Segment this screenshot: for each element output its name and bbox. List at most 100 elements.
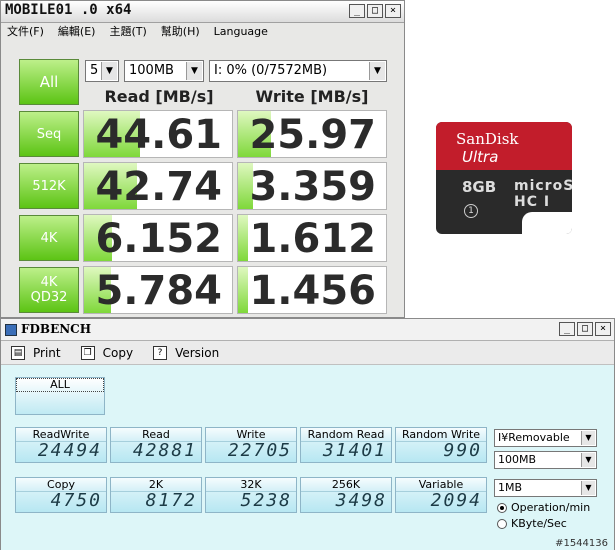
4k-test-button[interactable]: 4K [19, 215, 79, 261]
meter-value: 22705 [227, 440, 292, 461]
32k-meter[interactable]: 32K 5238 [205, 477, 297, 513]
write-value: 25.97 [249, 112, 376, 158]
radio-kbyte-sec[interactable]: KByte/Sec [497, 517, 567, 530]
4k-qd32-write-cell: 1.456 [237, 266, 387, 314]
printer-icon: ▤ [11, 346, 25, 360]
chevron-down-icon: ▼ [369, 62, 385, 80]
random-write-meter[interactable]: Random Write 990 [395, 427, 487, 463]
read-value: 44.61 [95, 112, 222, 158]
chevron-down-icon: ▼ [581, 481, 595, 495]
menu-language[interactable]: Language [214, 23, 268, 41]
chevron-down-icon: ▼ [581, 453, 595, 467]
seq-read-cell: 44.61 [83, 110, 233, 158]
row-label: 4K [40, 230, 58, 246]
meter-value: 4750 [50, 490, 102, 511]
random-read-meter[interactable]: Random Read 31401 [300, 427, 392, 463]
radio-label: KByte/Sec [511, 517, 567, 530]
copy-button[interactable]: ❐ Copy [71, 341, 143, 365]
readwrite-meter[interactable]: ReadWrite 24494 [15, 427, 107, 463]
close-button[interactable]: × [595, 322, 611, 336]
sdcard-logo: microSD HC I [514, 178, 572, 210]
row-label: 4K [40, 275, 58, 290]
cdm-titlebar: MOBILE01 .0 x64 _ □ × [1, 1, 404, 23]
fd-block-value: 1MB [498, 481, 523, 494]
menu-file[interactable]: 文件(F) [7, 23, 44, 41]
fdbench-window: FDBENCH _ □ × ▤ Print ❐ Copy ? Version A… [0, 318, 615, 550]
2k-meter[interactable]: 2K 8172 [110, 477, 202, 513]
meter-value: 3498 [335, 490, 387, 511]
sdcard-line: Ultra [462, 148, 499, 166]
maximize-button[interactable]: □ [577, 322, 593, 336]
sdcard-image: SanDisk Ultra 8GB microSD HC I 1 [436, 122, 572, 234]
sdcard-brand: SanDisk [456, 130, 519, 148]
read-column-header: Read [MB/s] [104, 87, 214, 106]
copy-icon: ❐ [80, 346, 95, 360]
write-value: 1.612 [249, 216, 376, 262]
4k-read-cell: 6.152 [83, 214, 233, 262]
drive-select[interactable]: I: 0% (0/7572MB) ▼ [209, 60, 387, 82]
radio-label: Operation/min [511, 501, 591, 514]
test-size-value: 100MB [129, 63, 174, 78]
fd-size-select[interactable]: 100MB ▼ [494, 451, 597, 469]
radio-dot [497, 502, 507, 513]
chevron-down-icon: ▼ [581, 431, 595, 445]
fd-block-select[interactable]: 1MB ▼ [494, 479, 597, 497]
test-size-select[interactable]: 100MB ▼ [124, 60, 204, 82]
menu-theme[interactable]: 主題(T) [109, 23, 146, 41]
fd-toolbar: ▤ Print ❐ Copy ? Version [1, 341, 614, 365]
cdm-window-controls: _ □ × [349, 4, 401, 18]
print-button[interactable]: ▤ Print [1, 341, 71, 365]
fd-body: ALL ReadWrite 24494 Read 42881 Write 227… [1, 365, 614, 550]
read-value: 6.152 [95, 216, 222, 262]
512k-write-cell: 3.359 [237, 162, 387, 210]
print-label: Print [33, 346, 61, 360]
512k-test-button[interactable]: 512K [19, 163, 79, 209]
fd-drive-value: I¥Removable [498, 431, 570, 444]
sdcard-capacity: 8GB [462, 178, 497, 196]
write-meter[interactable]: Write 22705 [205, 427, 297, 463]
maximize-button[interactable]: □ [367, 4, 383, 18]
fd-window-title: FDBENCH [21, 322, 92, 336]
meter-value: 2094 [430, 490, 482, 511]
256k-meter[interactable]: 256K 3498 [300, 477, 392, 513]
drive-value: I: 0% (0/7572MB) [214, 63, 328, 78]
version-button[interactable]: ? Version [143, 341, 229, 365]
row-label: Seq [36, 126, 62, 142]
row-label-sub: QD32 [30, 290, 68, 305]
meter-value: 8172 [145, 490, 197, 511]
meter-value: 5238 [240, 490, 292, 511]
menu-help[interactable]: 幫助(H) [161, 23, 200, 41]
meter-value: 31401 [322, 440, 387, 461]
sdcard-notch [522, 212, 572, 234]
row-label: 512K [32, 178, 66, 194]
write-bar [238, 215, 249, 261]
512k-read-cell: 42.74 [83, 162, 233, 210]
write-bar [238, 267, 249, 313]
meter-value: 990 [443, 440, 482, 461]
radio-operation-min[interactable]: Operation/min [497, 501, 590, 514]
seq-test-button[interactable]: Seq [19, 111, 79, 157]
read-meter[interactable]: Read 42881 [110, 427, 202, 463]
fd-all-button[interactable]: ALL [15, 377, 105, 415]
watermark: #1544136 [555, 538, 608, 549]
fd-all-label: ALL [16, 378, 104, 392]
question-icon: ? [153, 346, 168, 360]
variable-meter[interactable]: Variable 2094 [395, 477, 487, 513]
write-value: 1.456 [249, 268, 376, 314]
write-value: 3.359 [249, 164, 376, 210]
4k-qd32-read-cell: 5.784 [83, 266, 233, 314]
minimize-button[interactable]: _ [349, 4, 365, 18]
copy-label: Copy [102, 346, 134, 360]
copy-meter[interactable]: Copy 4750 [15, 477, 107, 513]
menu-edit[interactable]: 編輯(E) [58, 23, 96, 41]
app-icon [5, 324, 17, 336]
test-count-select[interactable]: 5 ▼ [85, 60, 119, 82]
minimize-button[interactable]: _ [559, 322, 575, 336]
run-all-button[interactable]: All [19, 59, 79, 105]
sdcard-class: 1 [464, 204, 478, 218]
meter-value: 42881 [132, 440, 197, 461]
fd-drive-select[interactable]: I¥Removable ▼ [494, 429, 597, 447]
fd-size-value: 100MB [498, 453, 537, 466]
4k-qd32-test-button[interactable]: 4K QD32 [19, 267, 79, 313]
close-button[interactable]: × [385, 4, 401, 18]
